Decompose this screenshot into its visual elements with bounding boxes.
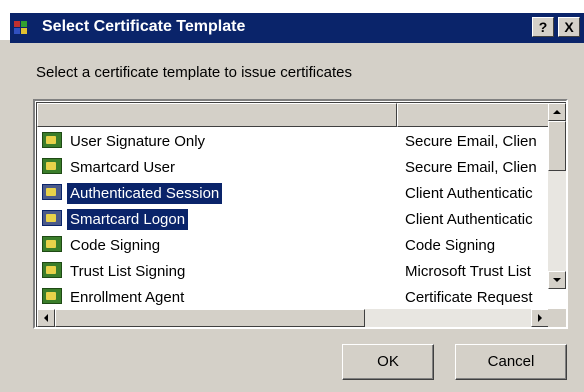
template-name: User Signature Only [70,133,206,150]
select-certificate-template-dialog: Select Certificate Template ? X Select a… [0,0,584,392]
template-purpose: Secure Email, Clien [405,159,537,176]
list-item[interactable]: Authenticated Session Client Authenticati… [37,179,549,205]
ok-button[interactable]: OK [342,344,434,380]
arrow-up-icon [553,110,561,114]
template-rows: User Signature Only Secure Email, Clien Sm… [37,127,549,309]
scroll-thumb[interactable] [548,121,566,171]
list-item[interactable]: Enrollment Agent Certificate Request [37,283,549,309]
template-purpose: Microsoft Trust List [405,263,531,280]
close-button[interactable]: X [558,17,580,37]
template-purpose: Client Authenticatic [405,211,533,228]
cancel-button[interactable]: Cancel [455,344,567,380]
arrow-left-icon [44,314,48,322]
certificate-icon [42,158,62,174]
template-list[interactable]: User Signature Only Secure Email, Clien Sm… [33,99,568,329]
title-bar[interactable]: Select Certificate Template ? X [10,13,584,43]
template-purpose: Client Authenticatic [405,185,533,202]
list-item[interactable]: Smartcard User Secure Email, Clien [37,153,549,179]
vertical-scrollbar[interactable] [548,103,566,289]
column-header-purpose[interactable] [397,103,566,127]
certificate-template-icon [14,21,27,34]
template-name: Smartcard Logon [67,209,189,230]
horizontal-scroll-thumb[interactable] [55,309,365,327]
horizontal-scrollbar[interactable] [37,309,549,327]
scrollbar-corner [548,309,566,327]
certificate-icon [42,210,62,226]
scroll-left-button[interactable] [37,309,55,327]
list-item[interactable]: Smartcard Logon Client Authenticatic [37,205,549,231]
titlebar-area: Select Certificate Template ? X [0,0,584,43]
template-name: Enrollment Agent [70,289,185,306]
scroll-down-button[interactable] [548,271,566,289]
arrow-right-icon [538,314,542,322]
template-name: Authenticated Session [67,183,223,204]
template-purpose: Code Signing [405,237,496,254]
arrow-down-icon [553,278,561,282]
scroll-up-button[interactable] [548,103,566,121]
template-name: Trust List Signing [70,263,186,280]
certificate-icon [42,236,62,252]
template-name: Code Signing [70,237,161,254]
column-header-name[interactable] [37,103,397,127]
list-item[interactable]: Code Signing Code Signing [37,231,549,257]
certificate-icon [42,132,62,148]
help-button[interactable]: ? [532,17,554,37]
list-item[interactable]: User Signature Only Secure Email, Clien [37,127,549,153]
certificate-icon [42,184,62,200]
scroll-right-button[interactable] [531,309,549,327]
template-purpose: Secure Email, Clien [405,133,537,150]
dialog-title: Select Certificate Template [42,18,246,35]
certificate-icon [42,262,62,278]
template-name: Smartcard User [70,159,176,176]
list-item[interactable]: Trust List Signing Microsoft Trust List [37,257,549,283]
certificate-icon [42,288,62,304]
instruction-text: Select a certificate template to issue c… [36,64,352,81]
template-purpose: Certificate Request [405,289,533,306]
